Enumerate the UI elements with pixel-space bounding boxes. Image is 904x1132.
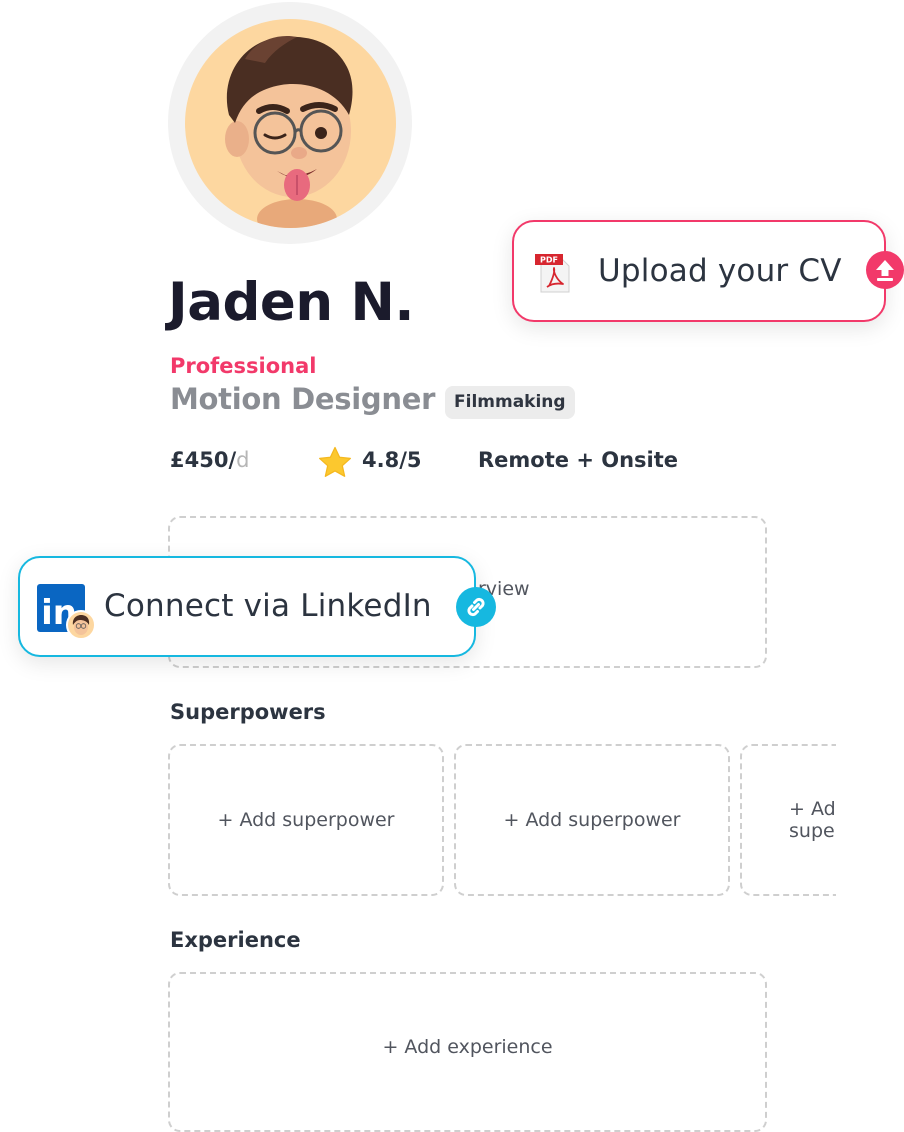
- experience-title: Experience: [170, 928, 301, 952]
- add-experience-button[interactable]: + Add experience: [168, 972, 767, 1132]
- linkedin-connect-label: Connect via LinkedIn: [104, 588, 432, 624]
- pdf-icon-text: PDF: [540, 256, 558, 265]
- add-superpower-label: + Add superpower: [217, 809, 395, 831]
- add-superpower-button[interactable]: + Add superpower: [740, 744, 836, 896]
- add-superpower-label: + Add superpower: [789, 798, 836, 842]
- superpowers-row: + Add superpower + Add superpower + Add …: [0, 0, 836, 1109]
- pdf-icon: PDF: [535, 254, 570, 293]
- mini-avatar-icon: [72, 615, 90, 635]
- add-superpower-button[interactable]: + Add superpower: [454, 744, 730, 896]
- add-experience-label: + Add experience: [382, 1036, 553, 1058]
- upload-cv-label: Upload your CV: [598, 253, 842, 289]
- upload-icon[interactable]: [865, 250, 904, 290]
- add-superpower-button[interactable]: + Add superpower: [168, 744, 444, 896]
- add-superpower-label: + Add superpower: [503, 809, 681, 831]
- link-icon[interactable]: [455, 586, 497, 628]
- mini-avatar: [66, 610, 96, 640]
